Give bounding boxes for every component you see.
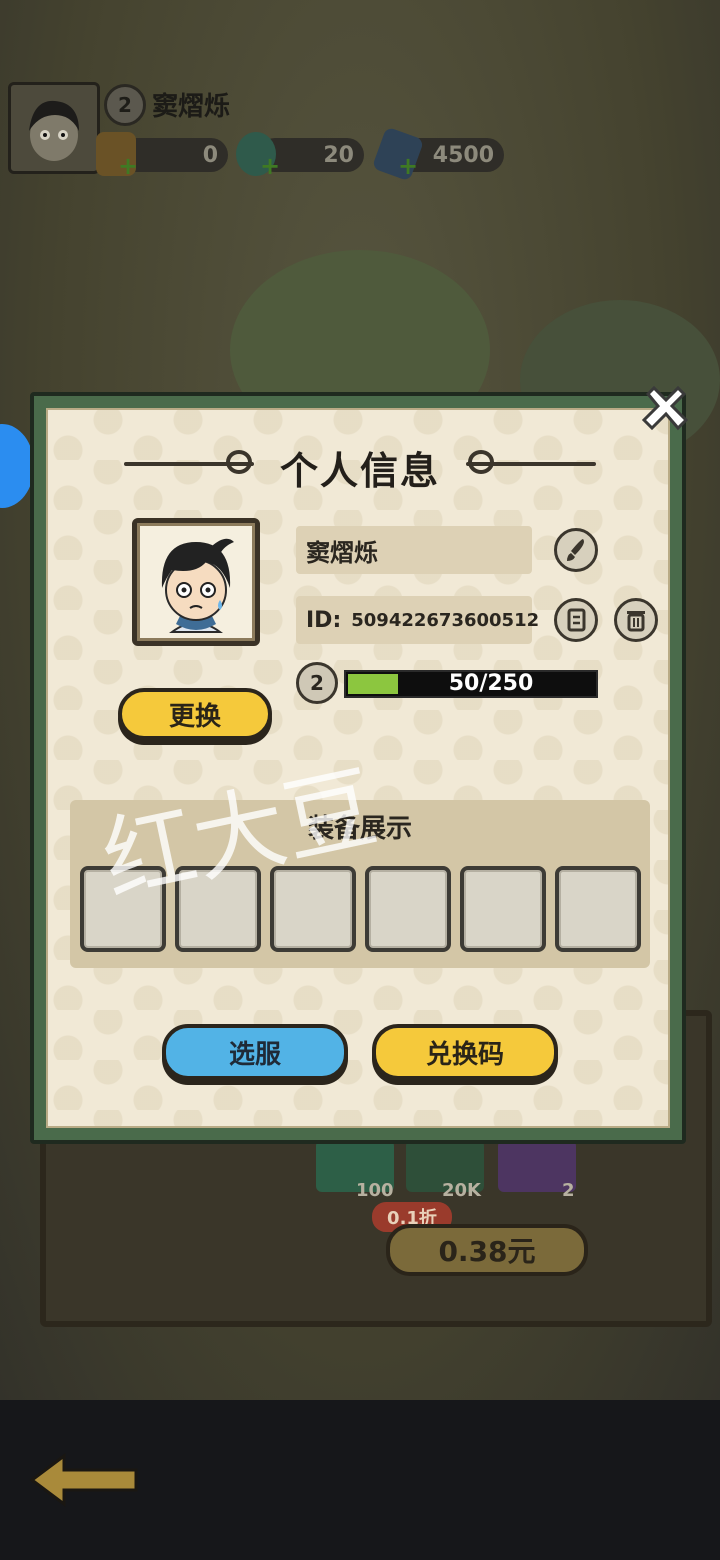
player-name-value: 窦熠烁 [306,538,378,567]
id-label: ID: [306,607,342,633]
equipment-title: 装备展示 [307,814,412,844]
copy-icon [567,608,586,632]
equipment-slot[interactable] [460,866,546,952]
change-avatar-button[interactable]: 更换 [118,688,272,740]
gold-plus-icon[interactable]: + [118,154,138,178]
equipment-slot[interactable] [270,866,356,952]
copy-id-button[interactable] [554,598,598,642]
edit-name-button[interactable] [554,528,598,572]
equipment-slot[interactable] [175,866,261,952]
id-value: 509422673600512 [351,609,540,631]
crystal-plus-icon[interactable]: + [398,154,418,178]
shop-item-count: 20K [442,1180,481,1201]
shop-item-count: 100 [356,1180,394,1201]
hud-avatar[interactable] [8,82,100,174]
price-button[interactable]: 0.38元 [386,1224,588,1276]
player-id-field: ID: 509422673600512 [296,596,539,644]
equipment-slot[interactable] [80,866,166,952]
xp-text: 50/250 [448,671,534,696]
xp-progress-bar: 50/250 [344,670,598,698]
equipment-slot[interactable] [555,866,641,952]
select-server-button[interactable]: 选服 [162,1024,348,1080]
jade-plus-icon[interactable]: + [260,154,280,178]
player-name-field: 窦熠烁 [296,526,532,574]
profile-avatar [132,518,260,646]
back-arrow-icon[interactable] [28,1452,140,1508]
equipment-slot[interactable] [365,866,451,952]
dialog-panel [46,408,670,1128]
shop-item-count: 2 [562,1180,575,1201]
delete-account-button[interactable] [614,598,658,642]
jade-value: 20 [323,142,354,168]
crystal-value: 4500 [432,142,494,168]
dialog-title: 个人信息 [279,449,440,493]
profile-dialog [30,392,686,1144]
profile-level-badge: 2 [296,662,338,704]
trash-icon [627,611,645,632]
redeem-code-button[interactable]: 兑换码 [372,1024,558,1080]
brush-icon [567,539,584,561]
hud-player-name: 窦熠烁 [152,92,231,122]
hud-level-badge: 2 [104,84,146,126]
gold-value: 0 [202,142,218,168]
close-icon[interactable] [640,382,692,434]
